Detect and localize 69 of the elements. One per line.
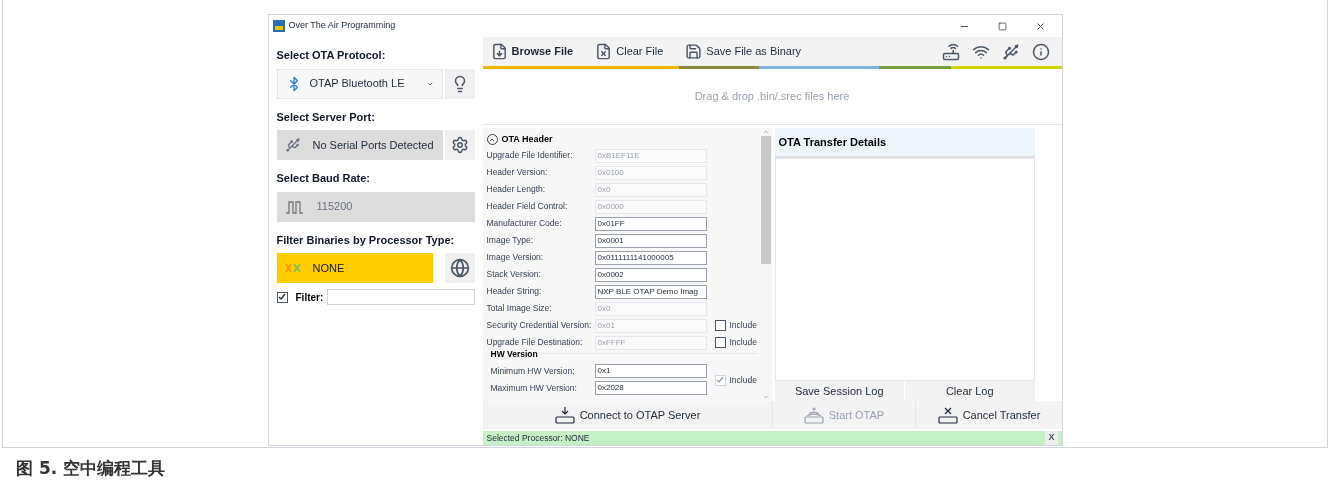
input-field[interactable]: 0x2028 (594, 381, 707, 396)
browse-file-icon (490, 43, 508, 60)
field-label: Upgrade File Identifier: (486, 149, 574, 162)
field-label: Minimum HW Version: (490, 364, 576, 378)
globe-button[interactable] (444, 253, 475, 283)
filter-checkbox[interactable] (276, 291, 288, 303)
section-label: Filter Binaries by Processor Type: (276, 232, 456, 248)
field-label: Stack Version: (486, 268, 542, 281)
settings-icon (450, 136, 469, 154)
include-label: Include (729, 336, 757, 349)
checkmark-icon (716, 376, 724, 385)
action-button[interactable]: Connect to OTAP Server (482, 401, 772, 429)
close-icon[interactable] (1034, 20, 1046, 32)
server-port-dropdown[interactable]: No Serial Ports Detected (276, 130, 443, 160)
maximize-icon[interactable] (997, 21, 1007, 31)
input-field[interactable]: 0x0001 (594, 233, 707, 248)
baud-rate-dropdown[interactable]: 115200 (276, 191, 475, 222)
clear-file-icon (595, 43, 613, 60)
router-icon (553, 406, 576, 424)
router-icon (936, 406, 959, 424)
filter-field[interactable] (327, 289, 475, 305)
protocol-dropdown[interactable]: OTAP Bluetooth LE (276, 68, 443, 99)
settings-button[interactable] (444, 130, 475, 160)
usb-icon[interactable] (1001, 42, 1020, 61)
toolbar-button[interactable]: Browse File (486, 43, 578, 60)
filter-label: Filter: (295, 290, 324, 305)
log-button[interactable]: Clear Log (905, 381, 1035, 401)
figure-caption: 图 5. 空中编程工具 (16, 457, 167, 480)
save-icon (685, 43, 703, 60)
field-label: Security Credential Version: (486, 319, 593, 332)
globe-icon (449, 258, 470, 278)
field-label: Header Version: (486, 166, 549, 179)
action-button[interactable]: Cancel Transfer (915, 401, 1062, 429)
field-label: Manufacturer Code: (486, 217, 563, 230)
log-button[interactable]: Save Session Log (774, 381, 904, 401)
input-field[interactable]: 0x0111111141000005 (594, 250, 707, 265)
usb-icon (284, 137, 301, 153)
field-label: Image Type: (486, 234, 535, 247)
field-label: Header Length: (486, 183, 547, 196)
field-label: Maximum HW Version: (490, 381, 578, 395)
section-label: Select OTA Protocol: (276, 48, 387, 63)
include-label: Include (729, 319, 757, 332)
field-label: Upgrade File Destination: (486, 336, 584, 349)
input-field[interactable]: 0x0002 (594, 267, 707, 282)
section-title: OTA Header (501, 132, 553, 146)
router-icon[interactable] (941, 42, 960, 61)
lightbulb-button[interactable] (444, 68, 475, 99)
toolbar-button[interactable]: Clear File (591, 43, 668, 60)
field-label: Header String: (486, 285, 543, 298)
chip-logo-icon (284, 263, 301, 273)
info-icon[interactable] (1031, 42, 1050, 61)
close-status-button[interactable]: X (1045, 431, 1058, 445)
square-wave-icon (284, 199, 305, 214)
section-label: Select Server Port: (276, 109, 376, 125)
toolbar-button[interactable]: Save File as Binary (681, 43, 806, 60)
field-label: Total Image Size: (486, 302, 553, 315)
field-label: Header Field Control: (486, 200, 569, 213)
input-field[interactable]: 0x01FF (594, 216, 707, 231)
router-icon (802, 406, 825, 424)
app-icon (272, 20, 285, 32)
panel-header: OTA Transfer Details (774, 128, 1035, 158)
input-field[interactable]: NXP BLE OTAP Demo Imag (594, 284, 707, 299)
section-label: Select Baud Rate: (276, 171, 372, 186)
input-field[interactable]: 0x1 (594, 364, 707, 379)
status-text: Selected Processor: NONE (486, 431, 591, 445)
checkmark-icon (278, 293, 286, 301)
window-title: Over The Air Programming (288, 19, 396, 33)
include-label: Include (729, 374, 757, 387)
field-label: Image Version: (486, 251, 545, 264)
